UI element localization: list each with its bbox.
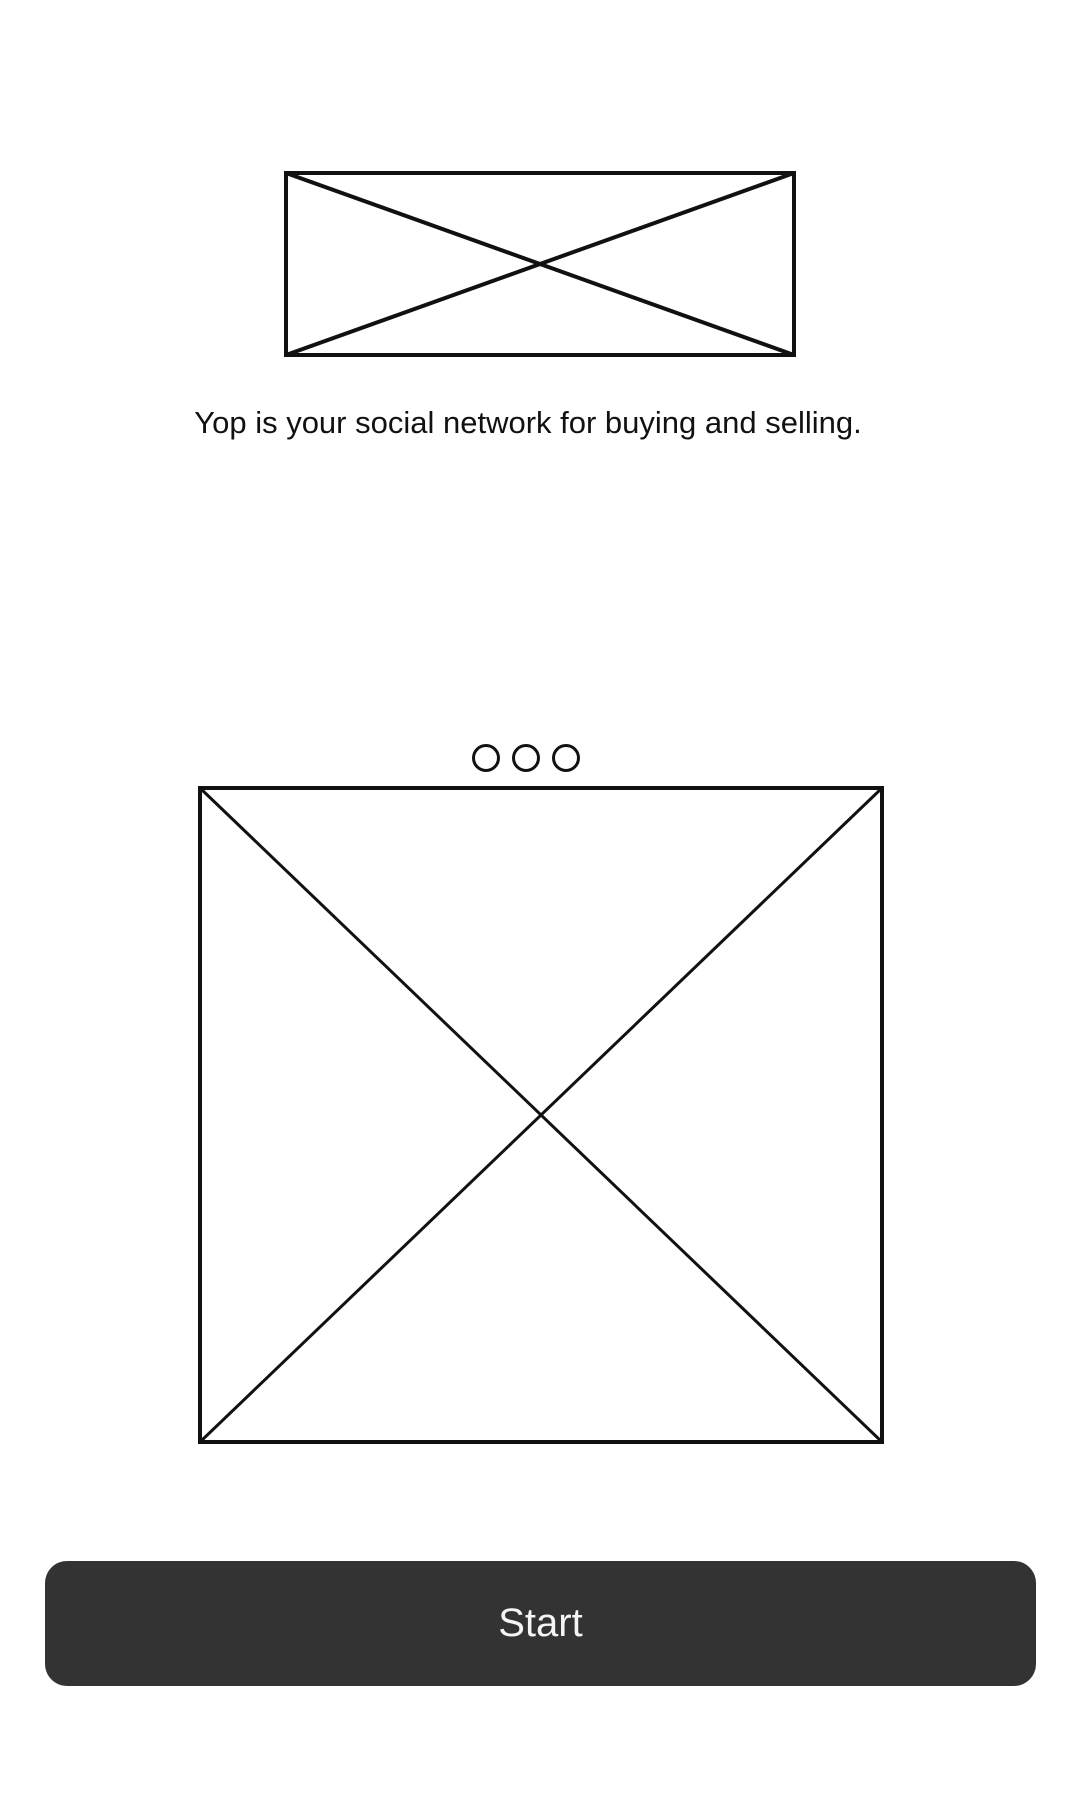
page-dot-3[interactable] xyxy=(552,744,580,772)
page-dot-1[interactable] xyxy=(472,744,500,772)
carousel-image-placeholder-icon[interactable] xyxy=(198,786,884,1444)
logo-placeholder-graphic xyxy=(284,171,796,357)
tagline-text: Yop is your social network for buying an… xyxy=(194,405,862,440)
logo-image-placeholder-icon xyxy=(284,171,796,357)
carousel-page-indicator xyxy=(472,741,580,775)
carousel-placeholder-graphic xyxy=(198,786,884,1444)
start-button[interactable]: Start xyxy=(45,1561,1036,1686)
page-dot-2[interactable] xyxy=(512,744,540,772)
